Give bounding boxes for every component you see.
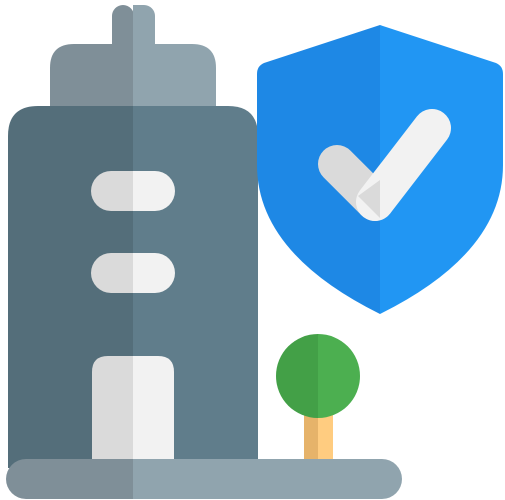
building-top-left <box>50 44 133 112</box>
door-right <box>133 356 174 468</box>
ground-left <box>6 459 133 499</box>
secure-building-icon <box>6 5 503 499</box>
ground-icon <box>6 459 402 499</box>
tree-crown-left <box>276 334 318 418</box>
window-2-left <box>91 253 133 293</box>
shield-icon <box>257 25 503 314</box>
ground-right <box>133 459 402 499</box>
building-icon <box>8 5 258 468</box>
building-top-right <box>133 44 216 112</box>
tree-icon <box>276 334 360 468</box>
door-left <box>92 356 133 468</box>
tree-crown-right <box>318 334 360 418</box>
window-1-right <box>133 171 175 211</box>
window-2-right <box>133 253 175 293</box>
window-1-left <box>91 171 133 211</box>
icon-canvas <box>0 0 505 500</box>
